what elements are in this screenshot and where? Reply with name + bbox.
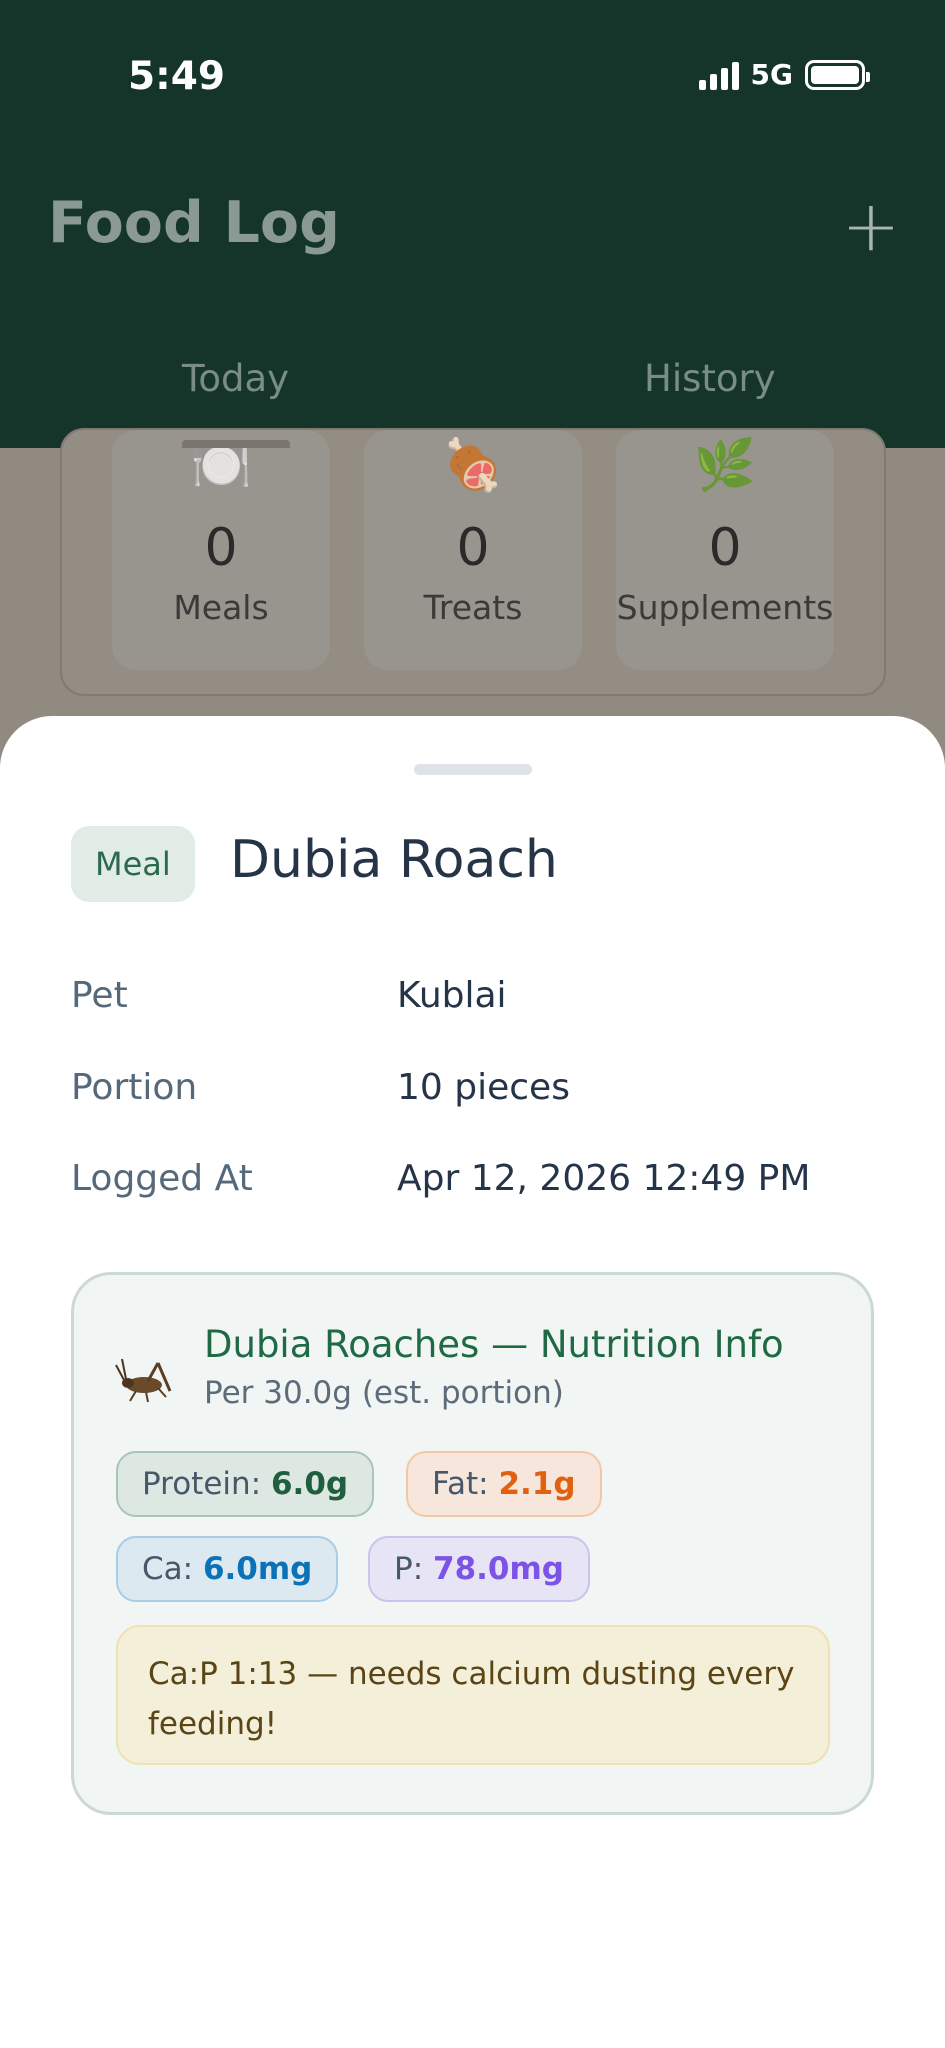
detail-value: Kublai	[397, 975, 507, 1016]
fat-chip: Fat: 2.1g	[406, 1451, 602, 1517]
network-label: 5G	[750, 58, 793, 91]
calcium-chip: Ca: 6.0mg	[116, 1536, 339, 1602]
detail-value: Apr 12, 2026 12:49 PM	[397, 1158, 811, 1199]
detail-label: Portion	[71, 1067, 198, 1108]
fat-label: Fat:	[432, 1466, 499, 1502]
cricket-icon	[115, 1358, 172, 1403]
status-time: 5:49	[128, 54, 226, 99]
add-entry-button[interactable]: +	[841, 191, 901, 261]
detail-label: Logged At	[71, 1158, 253, 1199]
stat-treats-value: 0	[456, 518, 490, 578]
signal-icon	[698, 60, 739, 90]
stat-meals-value: 0	[204, 518, 238, 578]
page-title: Food Log	[48, 190, 340, 256]
phosphorus-chip: P: 78.0mg	[368, 1536, 590, 1602]
calcium-label: Ca:	[142, 1551, 203, 1587]
phosphorus-label: P:	[394, 1551, 433, 1587]
tab-today[interactable]: Today	[182, 357, 289, 400]
herb-icon: 🌿	[693, 436, 757, 494]
detail-label: Pet	[71, 975, 128, 1016]
food-name: Dubia Roach	[230, 830, 558, 890]
calcium-warning: Ca:P 1:13 — needs calcium dusting every …	[116, 1625, 830, 1765]
stat-treats: 🍖 0 Treats	[364, 430, 582, 670]
stat-treats-label: Treats	[423, 588, 523, 627]
protein-label: Protein:	[142, 1466, 271, 1502]
phosphorus-value: 78.0mg	[433, 1551, 564, 1587]
battery-icon	[805, 59, 870, 90]
stat-supplements: 🌿 0 Supplements	[616, 430, 834, 670]
tab-indicator	[182, 440, 290, 448]
tab-history[interactable]: History	[644, 357, 776, 400]
entry-detail-sheet: Meal Dubia Roach Pet Kublai Portion 10 p…	[0, 716, 945, 2048]
stat-supplements-label: Supplements	[616, 588, 834, 627]
sheet-drag-handle[interactable]	[414, 764, 532, 775]
meat-icon: 🍖	[441, 436, 505, 494]
calcium-value: 6.0mg	[202, 1551, 313, 1587]
nutrition-subtitle: Per 30.0g (est. portion)	[204, 1375, 564, 1411]
today-summary-card: 🍽️ 0 Meals 🍖 0 Treats 🌿 0 Supplements	[60, 428, 886, 696]
stat-meals: 🍽️ 0 Meals	[112, 430, 330, 670]
stat-meals-label: Meals	[173, 588, 269, 627]
protein-value: 6.0g	[270, 1466, 349, 1502]
fat-value: 2.1g	[498, 1466, 576, 1502]
nutrition-title: Dubia Roaches — Nutrition Info	[204, 1323, 784, 1366]
protein-chip: Protein: 6.0g	[116, 1451, 375, 1517]
stat-supplements-value: 0	[708, 518, 742, 578]
entry-type-badge: Meal	[71, 826, 195, 902]
nutrition-info-card: Dubia Roaches — Nutrition Info Per 30.0g…	[71, 1272, 874, 1815]
detail-value: 10 pieces	[397, 1067, 570, 1108]
status-icons: 5G	[698, 58, 870, 91]
app-header: 5:49 5G Food Log + Today History	[0, 0, 945, 448]
